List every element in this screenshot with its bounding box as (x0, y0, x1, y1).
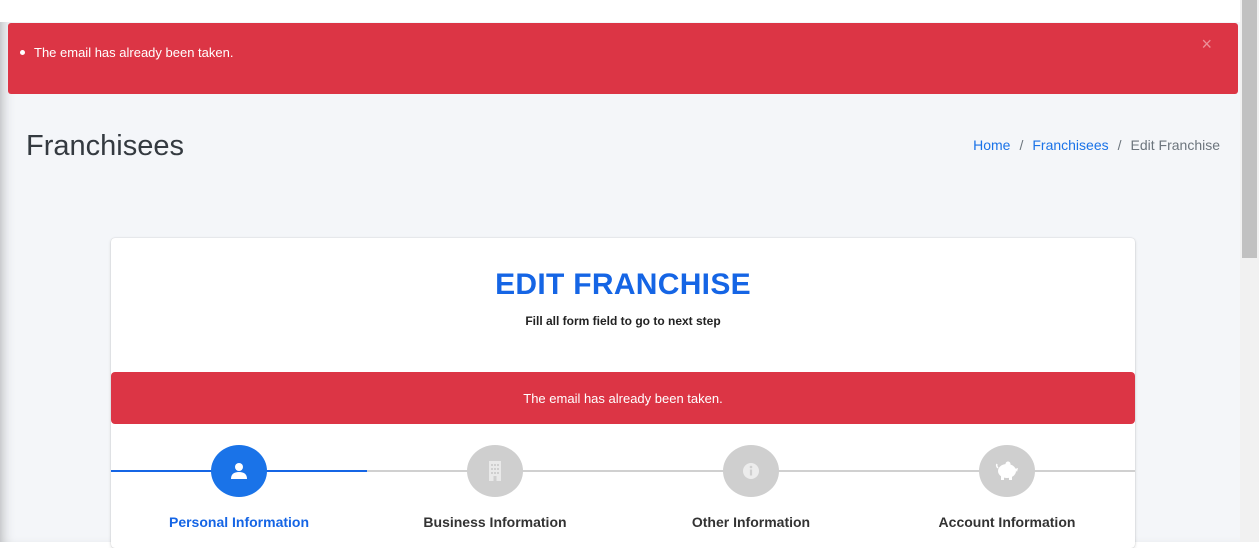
breadcrumb: Home / Franchisees / Edit Franchise (973, 137, 1220, 153)
vertical-scrollbar[interactable] (1240, 0, 1259, 542)
card-subtitle: Fill all form field to go to next step (525, 314, 721, 328)
step-business-information[interactable]: Business Information (367, 445, 623, 545)
user-icon (211, 445, 267, 497)
step-label: Account Information (938, 514, 1076, 530)
scrollbar-thumb[interactable] (1242, 0, 1257, 258)
progress-steps: Personal Information Business Informatio… (111, 445, 1135, 545)
step-personal-information[interactable]: Personal Information (111, 445, 367, 545)
building-icon (467, 445, 523, 497)
breadcrumb-home-link[interactable]: Home (973, 137, 1010, 153)
step-label: Business Information (423, 514, 567, 530)
error-list: The email has already been taken. (20, 45, 233, 60)
breadcrumb-franchisees-link[interactable]: Franchisees (1032, 137, 1108, 153)
step-label: Personal Information (168, 514, 310, 530)
step-label: Other Information (691, 514, 811, 530)
breadcrumb-separator: / (1019, 137, 1024, 153)
error-list-item: The email has already been taken. (20, 45, 233, 60)
error-alert-banner: The email has already been taken. × (8, 23, 1238, 94)
card-error-alert: The email has already been taken. (111, 372, 1135, 424)
breadcrumb-separator: / (1117, 137, 1122, 153)
card-error-message: The email has already been taken. (523, 390, 723, 406)
breadcrumb-current: Edit Franchise (1130, 137, 1220, 153)
card-title: EDIT FRANCHISE (495, 268, 751, 301)
page: The email has already been taken. × Fran… (0, 0, 1259, 548)
content-wrapper: The email has already been taken. × Fran… (0, 0, 1240, 548)
edit-franchise-card: EDIT FRANCHISE Fill all form field to go… (111, 238, 1135, 548)
close-icon[interactable]: × (1201, 35, 1212, 53)
step-account-information[interactable]: Account Information (879, 445, 1135, 545)
step-other-information[interactable]: Other Information (623, 445, 879, 545)
top-bar-spacer (0, 0, 1240, 22)
error-message: The email has already been taken. (34, 45, 234, 60)
bullet-icon (20, 50, 25, 55)
piggy-bank-icon (979, 445, 1035, 497)
page-title: Franchisees (26, 130, 184, 162)
info-icon (723, 445, 779, 497)
